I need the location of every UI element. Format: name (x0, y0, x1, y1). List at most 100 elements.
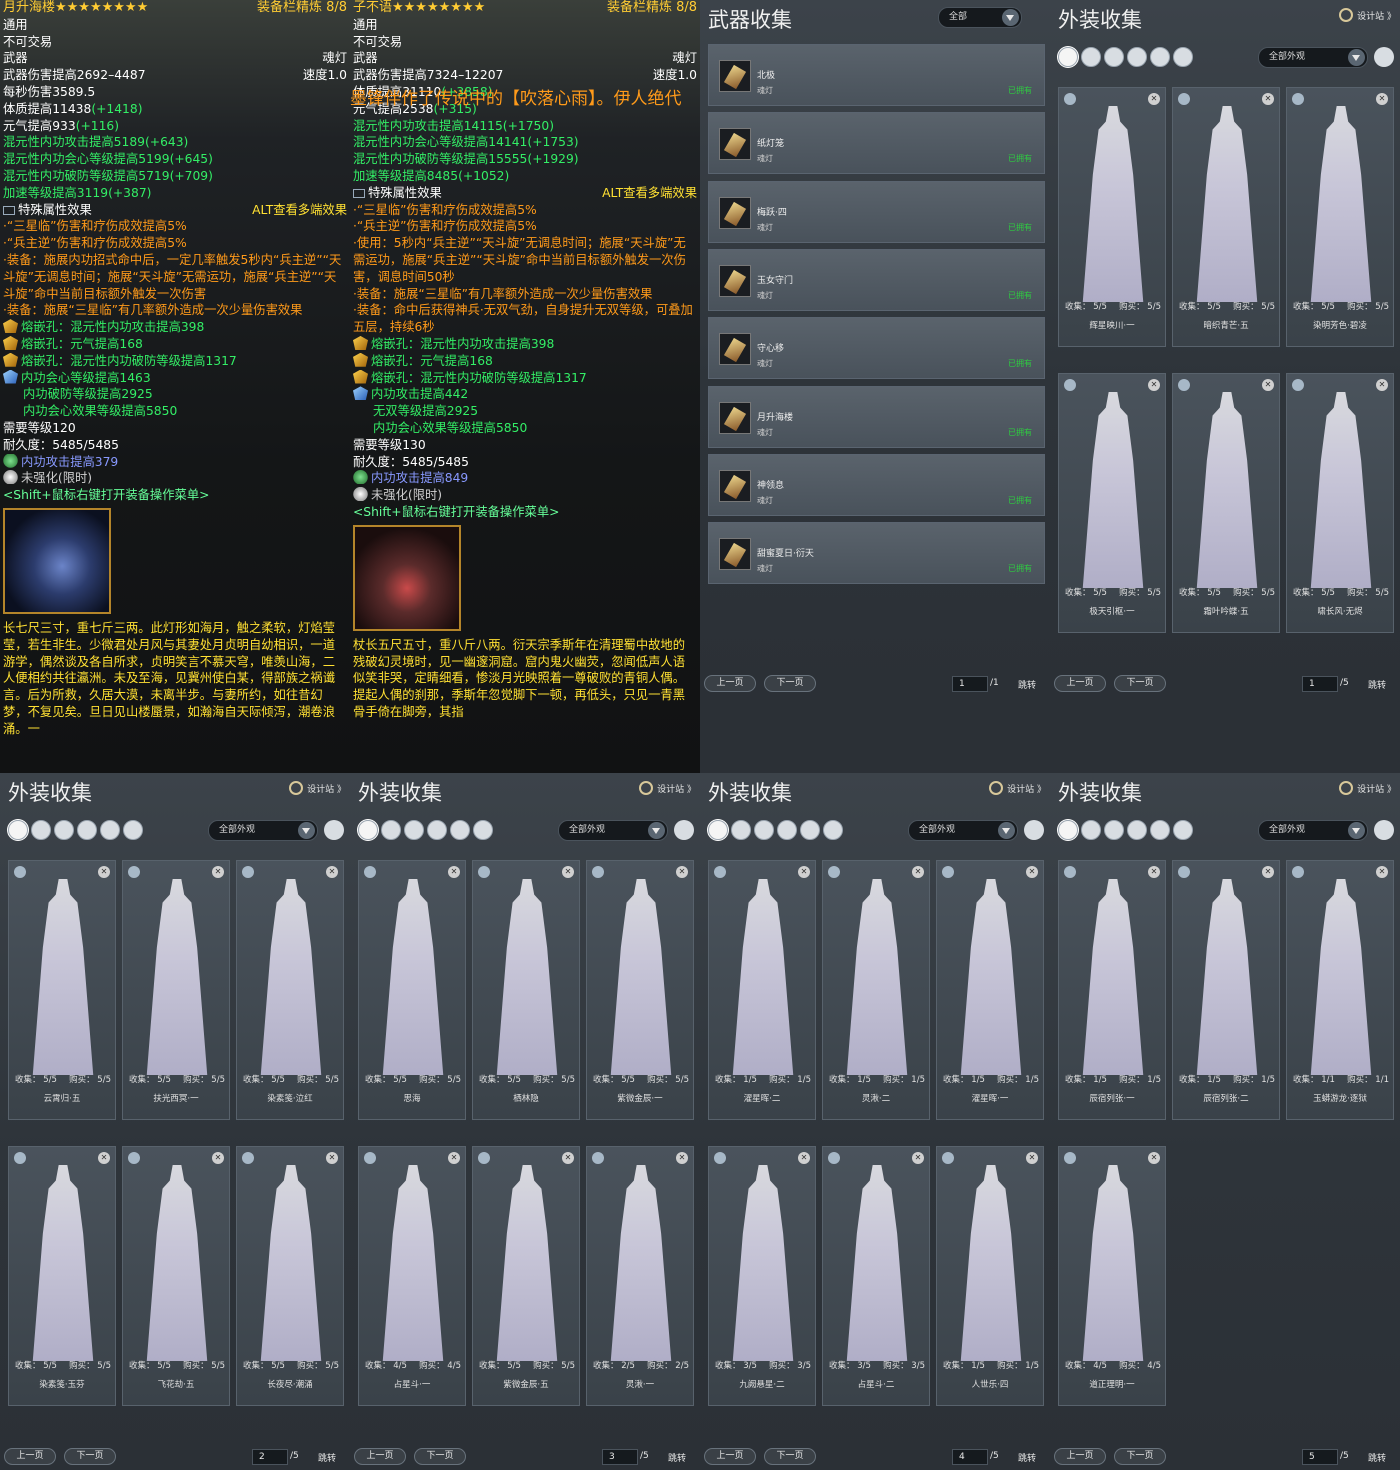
appearance-filter-select[interactable]: 全部外观 (208, 820, 318, 841)
trash-icon[interactable]: ✕ (1148, 379, 1160, 391)
weapon-list-item[interactable]: 守心移 魂灯 已拥有 (708, 317, 1045, 380)
preview-icon[interactable] (1292, 93, 1304, 105)
trash-icon[interactable]: ✕ (1376, 866, 1388, 878)
preview-icon[interactable] (592, 1152, 604, 1164)
preview-icon[interactable] (128, 1152, 140, 1164)
mount-icon[interactable] (123, 820, 143, 840)
preview-icon[interactable] (592, 866, 604, 878)
appearance-card[interactable]: ✕ 收集： 1/5 购买： 1/5 灵湫·二 (822, 860, 930, 1120)
page-input[interactable]: 3 (602, 1449, 638, 1465)
prev-page-button[interactable]: 上一页 (704, 1448, 756, 1465)
appearance-card[interactable]: ✕ 收集： 1/5 购买： 1/5 濯星晖·一 (936, 860, 1044, 1120)
robe-icon[interactable] (31, 820, 51, 840)
trash-icon[interactable]: ✕ (676, 1152, 688, 1164)
trash-icon[interactable]: ✕ (1262, 93, 1274, 105)
appearance-card[interactable]: ✕ 收集： 5/5 购买： 5/5 极天引枢·一 (1058, 373, 1166, 633)
preview-icon[interactable] (1292, 866, 1304, 878)
appearance-card[interactable]: ✕ 收集： 5/5 购买： 5/5 长夜尽·潮涌 (236, 1146, 344, 1406)
designer-link[interactable]: 设计站 》 (1339, 781, 1396, 795)
appearance-filter-select[interactable]: 全部外观 (1258, 820, 1368, 841)
appearance-card[interactable]: ✕ 收集： 1/5 购买： 1/5 濯星晖·二 (708, 860, 816, 1120)
trash-icon[interactable]: ✕ (448, 866, 460, 878)
weapon-filter-select[interactable]: 全部 (938, 7, 1022, 28)
list-view-icon[interactable] (1374, 47, 1394, 67)
cape-icon[interactable] (1127, 820, 1147, 840)
prev-page-button[interactable]: 上一页 (4, 1448, 56, 1465)
hat-icon[interactable] (54, 820, 74, 840)
next-page-button[interactable]: 下一页 (1114, 675, 1166, 692)
designer-link[interactable]: 设计站 》 (1339, 8, 1396, 22)
next-page-button[interactable]: 下一页 (414, 1448, 466, 1465)
pendant-icon[interactable] (100, 820, 120, 840)
appearance-card[interactable]: ✕ 收集： 1/5 购买： 1/5 辰宿列张·一 (1058, 860, 1166, 1120)
list-view-icon[interactable] (1024, 820, 1044, 840)
trash-icon[interactable]: ✕ (1026, 1152, 1038, 1164)
designer-link[interactable]: 设计站 》 (639, 781, 696, 795)
appearance-card[interactable]: ✕ 收集： 5/5 购买： 5/5 扶光西冥·一 (122, 860, 230, 1120)
weapon-list-item[interactable]: 梅跃·四 魂灯 已拥有 (708, 180, 1045, 243)
preview-icon[interactable] (942, 1152, 954, 1164)
prev-page-button[interactable]: 上一页 (354, 1448, 406, 1465)
preview-icon[interactable] (1064, 93, 1076, 105)
robe-icon[interactable] (1081, 820, 1101, 840)
appearance-card[interactable]: ✕ 收集： 5/5 购买： 5/5 紫微金辰·一 (586, 860, 694, 1120)
trash-icon[interactable]: ✕ (1376, 379, 1388, 391)
all-category-icon[interactable] (708, 820, 728, 840)
preview-icon[interactable] (942, 866, 954, 878)
preview-icon[interactable] (1178, 379, 1190, 391)
preview-icon[interactable] (714, 866, 726, 878)
jump-button[interactable]: 跳转 (1018, 1451, 1036, 1464)
all-category-icon[interactable] (358, 820, 378, 840)
next-page-button[interactable]: 下一页 (1114, 1448, 1166, 1465)
designer-link[interactable]: 设计站 》 (989, 781, 1046, 795)
pendant-icon[interactable] (1150, 820, 1170, 840)
list-view-icon[interactable] (1374, 820, 1394, 840)
page-input[interactable]: 1 (1302, 676, 1338, 692)
weapon-list-item[interactable]: 神领息 魂灯 已拥有 (708, 453, 1045, 516)
mount-icon[interactable] (823, 820, 843, 840)
all-category-icon[interactable] (1058, 47, 1078, 67)
page-input[interactable]: 5 (1302, 1449, 1338, 1465)
mount-icon[interactable] (1173, 820, 1193, 840)
preview-icon[interactable] (478, 1152, 490, 1164)
jump-button[interactable]: 跳转 (668, 1451, 686, 1464)
jump-button[interactable]: 跳转 (1018, 678, 1036, 691)
robe-icon[interactable] (731, 820, 751, 840)
mount-icon[interactable] (1173, 47, 1193, 67)
appearance-card[interactable]: ✕ 收集： 5/5 购买： 5/5 飞花劫·五 (122, 1146, 230, 1406)
preview-icon[interactable] (14, 1152, 26, 1164)
trash-icon[interactable]: ✕ (562, 1152, 574, 1164)
preview-icon[interactable] (1292, 379, 1304, 391)
jump-button[interactable]: 跳转 (1368, 1451, 1386, 1464)
appearance-card[interactable]: ✕ 收集： 5/5 购买： 5/5 霜叶吟蝶·五 (1172, 373, 1280, 633)
trash-icon[interactable]: ✕ (798, 866, 810, 878)
pendant-icon[interactable] (450, 820, 470, 840)
trash-icon[interactable]: ✕ (912, 1152, 924, 1164)
trash-icon[interactable]: ✕ (448, 1152, 460, 1164)
trash-icon[interactable]: ✕ (1148, 93, 1160, 105)
preview-icon[interactable] (242, 866, 254, 878)
hat-icon[interactable] (754, 820, 774, 840)
appearance-card[interactable]: ✕ 收集： 5/5 购买： 5/5 染素笺·玉芬 (8, 1146, 116, 1406)
trash-icon[interactable]: ✕ (212, 1152, 224, 1164)
robe-icon[interactable] (1081, 47, 1101, 67)
trash-icon[interactable]: ✕ (1148, 866, 1160, 878)
preview-icon[interactable] (714, 1152, 726, 1164)
preview-icon[interactable] (364, 866, 376, 878)
trash-icon[interactable]: ✕ (326, 866, 338, 878)
trash-icon[interactable]: ✕ (562, 866, 574, 878)
trash-icon[interactable]: ✕ (1262, 379, 1274, 391)
weapon-list-item[interactable]: 纸灯笼 魂灯 已拥有 (708, 112, 1045, 175)
appearance-card[interactable]: ✕ 收集： 5/5 购买： 5/5 辉星映川·一 (1058, 87, 1166, 347)
jump-button[interactable]: 跳转 (1368, 678, 1386, 691)
appearance-card[interactable]: ✕ 收集： 4/5 购买： 4/5 占星斗·一 (358, 1146, 466, 1406)
trash-icon[interactable]: ✕ (1026, 866, 1038, 878)
appearance-filter-select[interactable]: 全部外观 (1258, 47, 1368, 68)
preview-icon[interactable] (1178, 93, 1190, 105)
appearance-card[interactable]: ✕ 收集： 5/5 购买： 5/5 思海 (358, 860, 466, 1120)
jump-button[interactable]: 跳转 (318, 1451, 336, 1464)
cape-icon[interactable] (77, 820, 97, 840)
cape-icon[interactable] (427, 820, 447, 840)
preview-icon[interactable] (828, 1152, 840, 1164)
trash-icon[interactable]: ✕ (98, 1152, 110, 1164)
